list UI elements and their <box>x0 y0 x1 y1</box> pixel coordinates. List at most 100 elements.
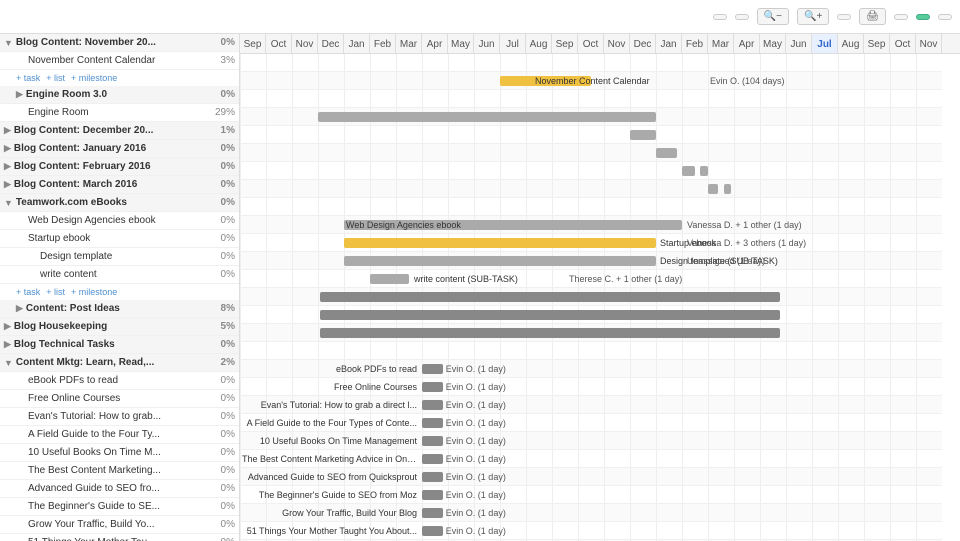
gantt-bar[interactable] <box>422 364 443 374</box>
task-row-16[interactable]: ▶Blog Technical Tasks0% <box>0 336 239 354</box>
gantt-bar[interactable] <box>422 526 443 536</box>
row-pct: 8% <box>211 303 239 314</box>
zoom-in-button[interactable]: 🔍+ <box>797 8 829 25</box>
gantt-bar[interactable] <box>700 166 708 176</box>
task-row-4[interactable]: Engine Room29% <box>0 104 239 122</box>
gantt-row-22: 10 Useful Books On Time ManagementEvin O… <box>240 432 942 450</box>
row-name: Blog Content: March 2016 <box>14 179 211 190</box>
gantt-row-18: eBook PDFs to readEvin O. (1 day) <box>240 360 942 378</box>
month-col-Sep-2015: Sep <box>552 34 578 54</box>
task-row-14[interactable]: ▶Content: Post Ideas8% <box>0 300 239 318</box>
task-row-3[interactable]: ▶Engine Room 3.00% <box>0 86 239 104</box>
task-row-12[interactable]: Design template0% <box>0 248 239 266</box>
task-row-18[interactable]: eBook PDFs to read0% <box>0 372 239 390</box>
bar-label: 51 Things Your Mother Taught You About..… <box>242 526 417 536</box>
gantt-bar[interactable] <box>320 310 780 320</box>
task-row-7[interactable]: ▶Blog Content: February 20160% <box>0 158 239 176</box>
gantt-row-9 <box>240 198 942 216</box>
gantt-bar[interactable] <box>422 400 443 410</box>
show-completed-button[interactable] <box>735 14 749 20</box>
month-col-Jan-2015: Jan <box>344 34 370 54</box>
task-row-27[interactable]: 51 Things Your Mother Tau...0% <box>0 534 239 541</box>
task-row-22[interactable]: 10 Useful Books On Time M...0% <box>0 444 239 462</box>
gantt-row-23: The Best Content Marketing Advice in One… <box>240 450 942 468</box>
expand-icon: ▶ <box>4 161 11 172</box>
app-header: 🔍− 🔍+ 🖨 <box>0 0 960 34</box>
task-row-6[interactable]: ▶Blog Content: January 20160% <box>0 140 239 158</box>
print-button[interactable]: 🖨 <box>859 8 886 25</box>
gantt-bar[interactable] <box>708 184 718 194</box>
help-button[interactable] <box>894 14 908 20</box>
task-row-20[interactable]: Evan's Tutorial: How to grab...0% <box>0 408 239 426</box>
gantt-bar[interactable] <box>320 292 780 302</box>
row-pct: 0% <box>211 447 239 458</box>
task-row-8[interactable]: ▶Blog Content: March 20160% <box>0 176 239 194</box>
expand-icon: ▶ <box>4 321 11 332</box>
add-list-btn-2[interactable]: + list <box>46 287 65 297</box>
autosave-button[interactable] <box>713 14 727 20</box>
gantt-bar[interactable] <box>344 238 656 248</box>
task-row-19[interactable]: Free Online Courses0% <box>0 390 239 408</box>
task-row-15[interactable]: ▶Blog Housekeeping5% <box>0 318 239 336</box>
add-task-btn[interactable]: + task <box>16 73 40 83</box>
add-milestone-btn-2[interactable]: + milestone <box>71 287 117 297</box>
task-row-24[interactable]: Advanced Guide to SEO fro...0% <box>0 480 239 498</box>
gantt-timeline-header: SepOctNovDecJanFebMarAprMayJunJulAugSepO… <box>240 34 960 54</box>
task-row-10[interactable]: Web Design Agencies ebook0% <box>0 212 239 230</box>
expand-icon: ▶ <box>4 143 11 154</box>
show-all-button[interactable] <box>837 14 851 20</box>
assignee-label: Evin O. (1 day) <box>446 400 506 410</box>
task-row-13[interactable]: write content0% <box>0 266 239 284</box>
gantt-bar[interactable] <box>682 166 695 176</box>
gantt-body: November Content CalendarEvin O. (104 da… <box>240 54 942 541</box>
gantt-bar[interactable] <box>656 148 677 158</box>
gantt-bar[interactable] <box>318 112 656 122</box>
gantt-bar[interactable] <box>422 436 443 446</box>
expand-icon: ▶ <box>4 339 11 350</box>
expand-icon: ▶ <box>16 89 23 100</box>
task-row-1[interactable]: ▼Blog Content: November 20...0% <box>0 34 239 52</box>
gantt-bar[interactable] <box>370 274 409 284</box>
task-row-23[interactable]: The Best Content Marketing...0% <box>0 462 239 480</box>
gantt-bar[interactable] <box>724 184 732 194</box>
task-row-17[interactable]: ▼Content Mktg: Learn, Read,...2% <box>0 354 239 372</box>
pin-button[interactable] <box>938 14 952 20</box>
gantt-bar[interactable] <box>320 328 780 338</box>
add-milestone-btn[interactable]: + milestone <box>71 73 117 83</box>
row-pct: 0% <box>211 339 239 350</box>
row-pct: 0% <box>211 465 239 476</box>
bar-label: Grow Your Traffic, Build Your Blog <box>242 508 417 518</box>
assignee-label: Unassigned (1 day) <box>687 256 765 266</box>
task-row-5[interactable]: ▶Blog Content: December 20...1% <box>0 122 239 140</box>
month-col-Sep-2016: Sep <box>864 34 890 54</box>
main-content: ▼Blog Content: November 20...0%November … <box>0 34 960 541</box>
gantt-bar[interactable] <box>422 454 443 464</box>
save-changes-button[interactable] <box>916 14 930 20</box>
add-task-btn-2[interactable]: + task <box>16 287 40 297</box>
task-row-9[interactable]: ▼Teamwork.com eBooks0% <box>0 194 239 212</box>
task-row-26[interactable]: Grow Your Traffic, Build Yo...0% <box>0 516 239 534</box>
gantt-bar[interactable] <box>344 256 656 266</box>
gantt-bar[interactable] <box>630 130 656 140</box>
gantt-bar[interactable] <box>422 508 443 518</box>
task-row-21[interactable]: A Field Guide to the Four Ty...0% <box>0 426 239 444</box>
row-pct: 29% <box>211 107 239 118</box>
task-row-25[interactable]: The Beginner's Guide to SE...0% <box>0 498 239 516</box>
gantt-bar[interactable] <box>422 472 443 482</box>
task-row-11[interactable]: Startup ebook0% <box>0 230 239 248</box>
row-name: Evan's Tutorial: How to grab... <box>28 411 211 422</box>
row-name: Blog Housekeeping <box>14 321 211 332</box>
row-name: Blog Content: November 20... <box>16 37 211 48</box>
row-pct: 0% <box>211 197 239 208</box>
row-pct: 0% <box>211 411 239 422</box>
task-row-2[interactable]: November Content Calendar3% <box>0 52 239 70</box>
gantt-row-16 <box>240 324 942 342</box>
month-col-Apr-2015: Apr <box>422 34 448 54</box>
task-list-sidebar: ▼Blog Content: November 20...0%November … <box>0 34 240 541</box>
gantt-bar[interactable] <box>422 418 443 428</box>
gantt-bar[interactable] <box>422 382 443 392</box>
add-list-btn[interactable]: + list <box>46 73 65 83</box>
gantt-row-25: The Beginner's Guide to SEO from MozEvin… <box>240 486 942 504</box>
gantt-bar[interactable] <box>422 490 443 500</box>
zoom-out-button[interactable]: 🔍− <box>757 8 789 25</box>
